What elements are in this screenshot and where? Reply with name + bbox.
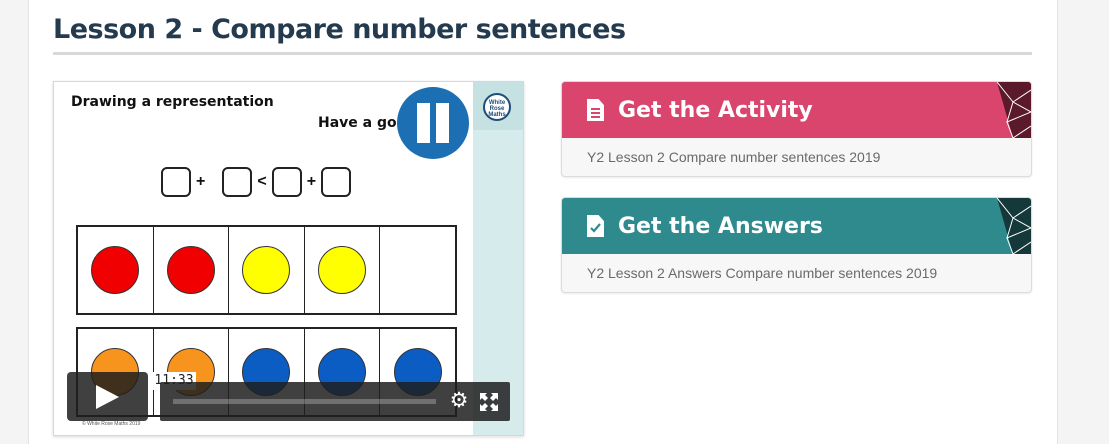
operator: +: [306, 173, 317, 190]
slide-heading: Drawing a representation: [71, 94, 274, 110]
operator: +: [196, 173, 206, 190]
page-title: Lesson 2 - Compare number sentences: [53, 14, 626, 45]
grid-cell: [229, 227, 305, 313]
document-icon: [587, 99, 604, 121]
slide-footer: © White Rose Maths 2019: [82, 421, 141, 427]
get-activity-button[interactable]: Get the Activity: [562, 82, 1031, 138]
grid-cell: [380, 227, 455, 313]
blank-box: [271, 167, 302, 197]
activity-file-link[interactable]: Y2 Lesson 2 Compare number sentences 201…: [562, 138, 1031, 176]
gear-icon[interactable]: ⚙: [448, 390, 470, 412]
activity-card: Get the Activity Y2 Lesson 2 Compare num…: [561, 81, 1032, 177]
operator: <: [257, 173, 267, 190]
player-controls: ⚙: [160, 382, 510, 421]
answers-heading: Get the Answers: [618, 213, 823, 239]
title-divider: [53, 52, 1032, 55]
answers-file-link[interactable]: Y2 Lesson 2 Answers Compare number sente…: [562, 254, 1031, 292]
number-sentence: + < +: [161, 167, 352, 197]
grid-cell: [305, 227, 381, 313]
corner-decoration: [996, 198, 1031, 254]
get-answers-button[interactable]: Get the Answers: [562, 198, 1031, 254]
white-rose-logo: White Rose Maths: [483, 93, 511, 121]
play-icon: [96, 385, 119, 409]
activity-heading: Get the Activity: [618, 97, 813, 123]
blank-box: [222, 167, 253, 197]
fullscreen-icon[interactable]: [478, 391, 500, 413]
pause-icon: [397, 87, 469, 159]
counter-dot: [318, 246, 367, 294]
corner-decoration: [996, 82, 1031, 138]
counter-grid-row-1: [76, 225, 457, 315]
grid-cell: [78, 227, 154, 313]
counter-dot: [242, 246, 291, 294]
blank-box: [321, 167, 352, 197]
progress-track[interactable]: [173, 399, 436, 404]
grid-cell: [154, 227, 230, 313]
checked-document-icon: [587, 215, 604, 237]
play-button[interactable]: [67, 372, 148, 421]
answers-card: Get the Answers Y2 Lesson 2 Answers Comp…: [561, 197, 1032, 293]
slide-prompt: Have a go: [318, 115, 397, 131]
counter-dot: [91, 246, 140, 294]
counter-dot: [166, 246, 215, 294]
blank-box: [161, 167, 191, 197]
